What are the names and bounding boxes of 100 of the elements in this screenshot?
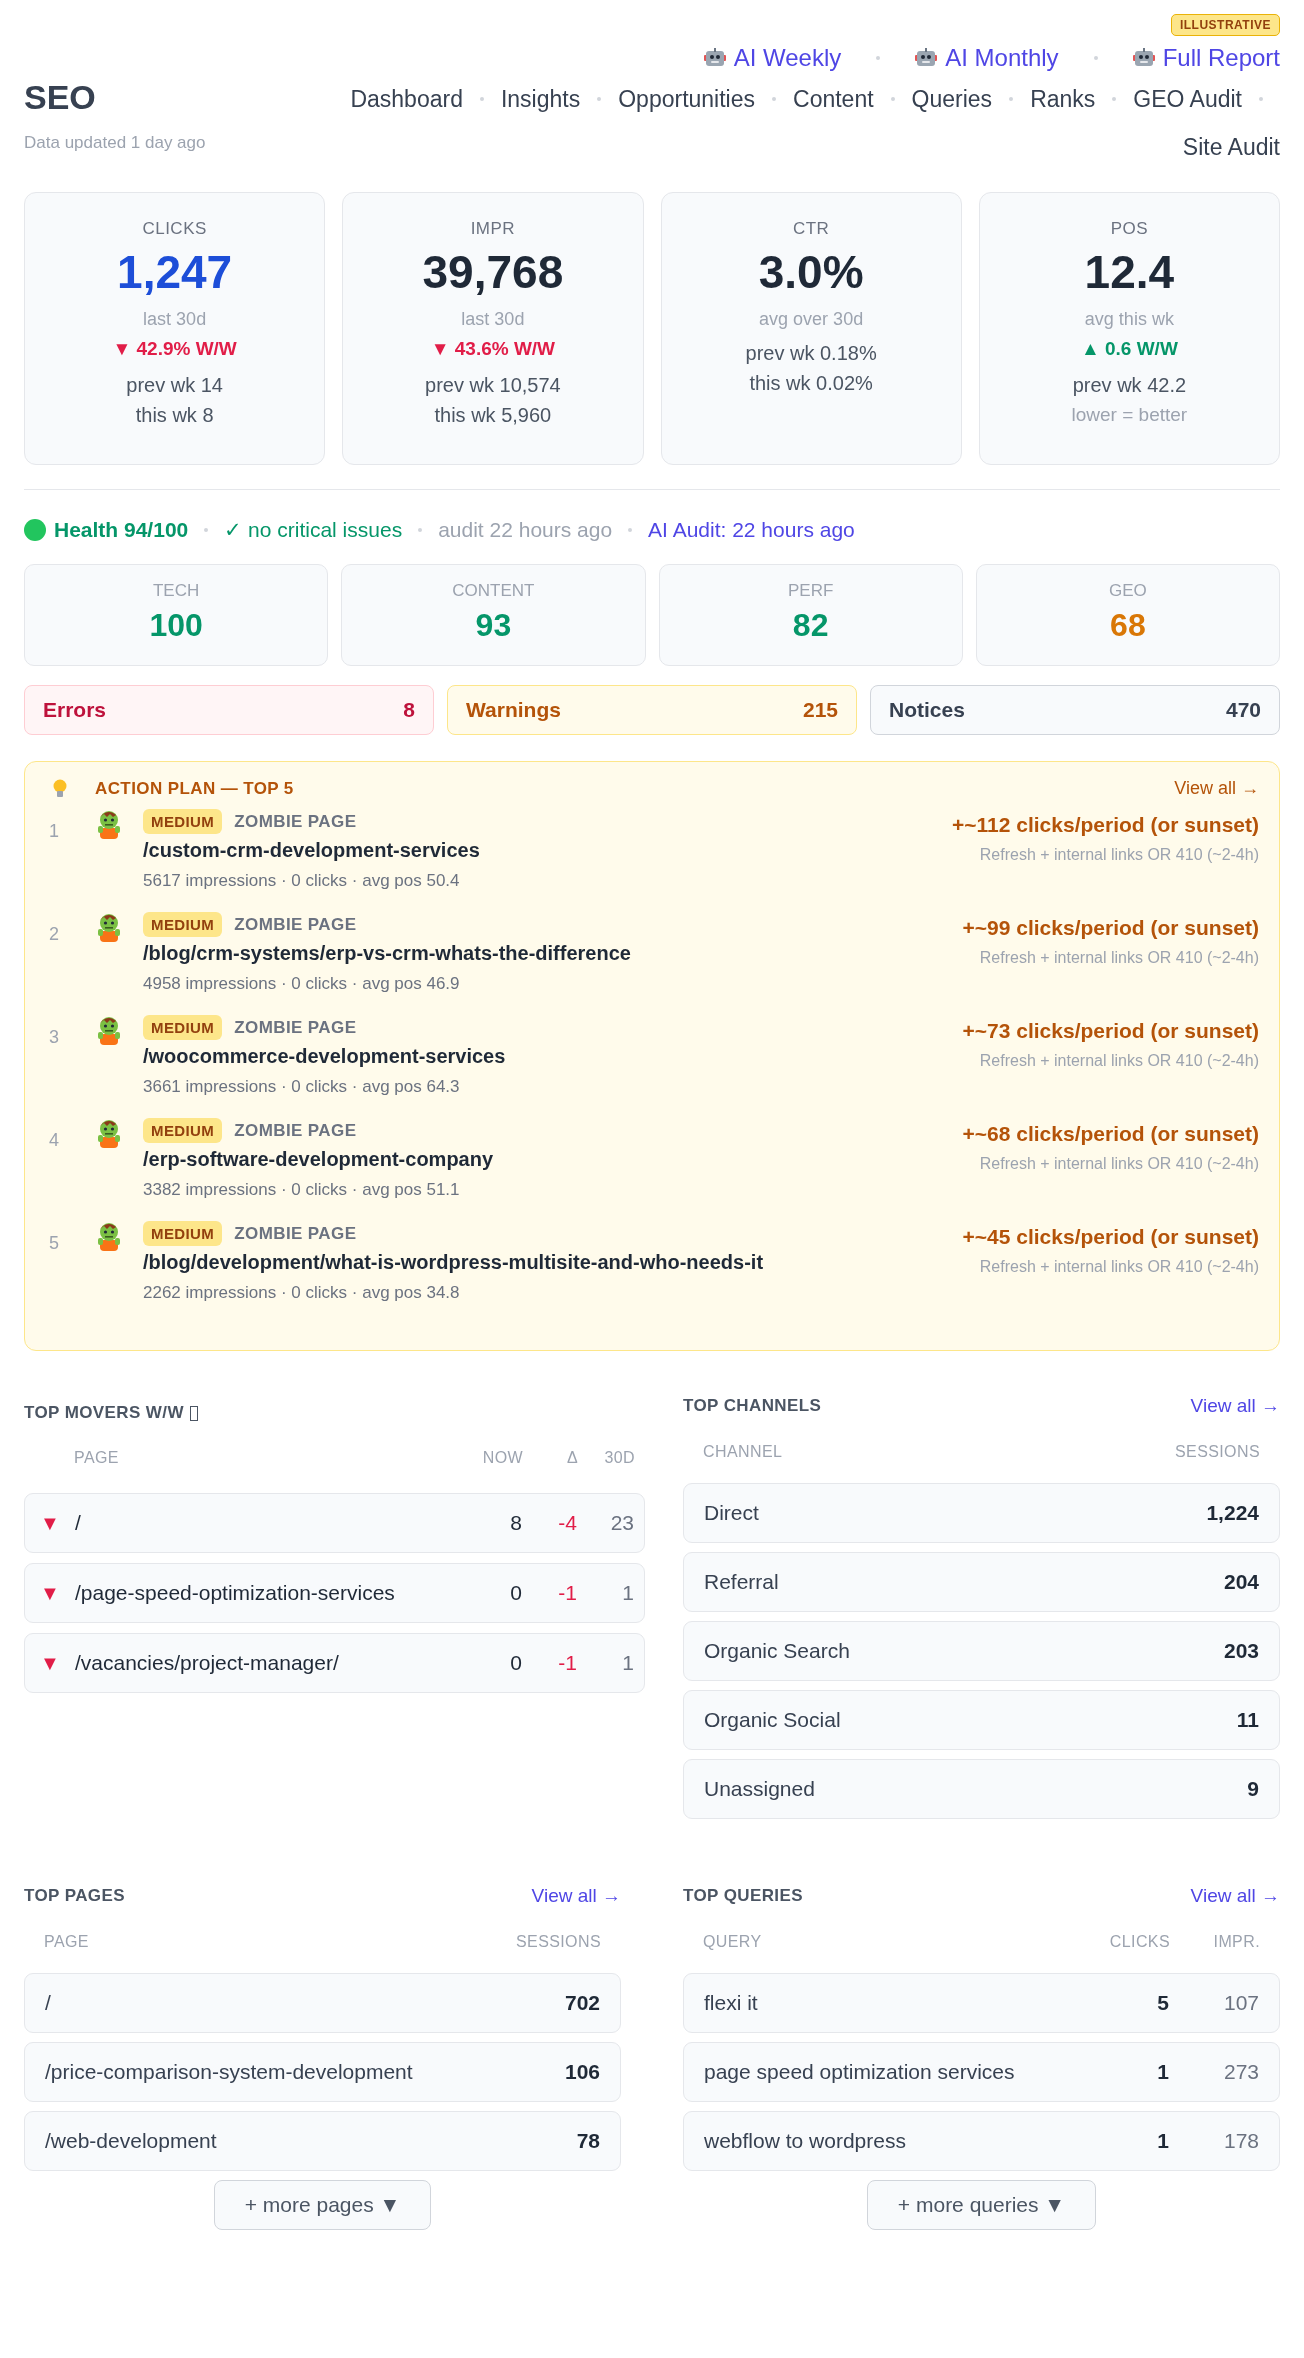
report-link[interactable]: Full Report (1132, 44, 1280, 72)
nav-link[interactable]: Queries (911, 82, 993, 116)
thirty-day-value: 23 (609, 1511, 634, 1535)
issue-type: ZOMBIE PAGE (234, 1017, 357, 1038)
nav-link[interactable]: Ranks (1030, 82, 1096, 116)
issue-count-card[interactable]: Notices 470 (870, 685, 1280, 735)
ai-audit-link[interactable]: AI Audit: 22 hours ago (648, 518, 855, 542)
nav-link[interactable]: Content (793, 82, 874, 116)
view-all-link[interactable]: View all → (1190, 1885, 1280, 1907)
score-value: 68 (1109, 607, 1147, 644)
score-label: PERF (786, 581, 835, 601)
table-row[interactable]: Organic Search 203 (683, 1621, 1280, 1681)
table-row[interactable]: /web-development 78 (24, 2111, 621, 2171)
score-value: 82 (791, 607, 830, 644)
period-text: avg this wk (1083, 309, 1175, 330)
nav-link[interactable]: Dashboard (350, 82, 463, 116)
page-path[interactable]: /custom-crm-development-services (143, 839, 952, 862)
report-link[interactable]: AI Weekly (703, 44, 842, 72)
page-path[interactable]: /erp-software-development-company (143, 1148, 963, 1171)
issue-label: Warnings (466, 698, 561, 722)
missing-glyph-icon (189, 1405, 198, 1421)
delta-value: -1 (557, 1581, 577, 1605)
now-value: 8 (509, 1511, 522, 1535)
kpi-value: 3.0% (757, 245, 865, 299)
table-row[interactable]: Organic Social 11 (683, 1690, 1280, 1750)
section-title: TOP PAGES (24, 1886, 125, 1906)
score-label: GEO (1107, 581, 1148, 601)
view-all-link[interactable]: View all → (1174, 778, 1259, 799)
view-all-link[interactable]: View all → (1190, 1395, 1280, 1417)
health-score: Health 94/100 (54, 518, 189, 542)
table-row[interactable]: Unassigned 9 (683, 1759, 1280, 1819)
page-path[interactable]: /blog/crm-systems/erp-vs-crm-whats-the-difference (143, 942, 963, 965)
detail-text: prev wk 42.2 (1071, 373, 1188, 398)
issue-type: ZOMBIE PAGE (234, 811, 357, 832)
table-cell-text: 106 (563, 2060, 600, 2084)
issue-type: ZOMBIE PAGE (234, 1223, 357, 1244)
impact-estimate: +~68 clicks/period (or sunset) (962, 1121, 1259, 1146)
trend-arrow: ▼ (39, 1511, 61, 1535)
nav-link[interactable]: Opportunities (618, 82, 755, 116)
kpi-label: IMPR (469, 219, 517, 239)
show-more-button[interactable]: + more pages ▼ (213, 2180, 432, 2230)
table-row[interactable]: ▼ /vacancies/project-manager/ 0 -1 1 (24, 1633, 645, 1693)
impact-estimate: +~112 clicks/period (or sunset) (952, 812, 1259, 837)
kpi-value: 39,768 (421, 245, 565, 299)
table-row[interactable]: /price-comparison-system-development 106 (24, 2042, 621, 2102)
score-value: 93 (474, 607, 513, 644)
impact-estimate: +~73 clicks/period (or sunset) (962, 1018, 1259, 1043)
table-cell-text: 203 (1222, 1639, 1259, 1663)
note-text: lower = better (1070, 403, 1189, 427)
page-stats: 3382 impressions · 0 clicks · avg pos 51.1 (143, 1180, 461, 1200)
kpi-label: POS (1109, 219, 1150, 239)
impact-estimate: +~45 clicks/period (or sunset) (962, 1224, 1259, 1249)
zombie-icon (95, 1118, 123, 1148)
table-row[interactable]: / 702 (24, 1973, 621, 2033)
issue-type: ZOMBIE PAGE (234, 914, 357, 935)
robot-icon (1132, 48, 1155, 68)
column-header: PAGE (44, 1933, 90, 1951)
now-value: 0 (509, 1651, 522, 1675)
page-path[interactable]: /woocommerce-development-services (143, 1045, 963, 1068)
table-row[interactable]: Direct 1,224 (683, 1483, 1280, 1543)
nav-link[interactable]: Insights (500, 82, 581, 116)
column-header: Δ (565, 1449, 578, 1467)
impact-estimate: +~99 clicks/period (or sunset) (962, 915, 1259, 940)
table-row[interactable]: flexi it 5 107 (683, 1973, 1280, 2033)
table-cell-text: /web-development (45, 2129, 218, 2153)
table-row[interactable]: ▼ /page-speed-optimization-services 0 -1 1 (24, 1563, 645, 1623)
table-cell-text: 11 (1235, 1708, 1259, 1732)
page-path: /page-speed-optimization-services (75, 1581, 396, 1605)
page-stats: 2262 impressions · 0 clicks · avg pos 34.8 (143, 1283, 461, 1303)
table-row[interactable]: ▼ / 8 -4 23 (24, 1493, 645, 1553)
change-text: ▲ 0.6 W/W (1079, 338, 1179, 360)
page-path[interactable]: /blog/development/what-is-wordpress-multisite-and-who-needs-it (143, 1251, 963, 1274)
detail-text: prev wk 14 (125, 373, 224, 398)
table-row[interactable]: page speed optimization services 1 273 (683, 2042, 1280, 2102)
table-cell-text: 1 (1156, 2060, 1169, 2084)
score-label: TECH (152, 581, 201, 601)
page-title: SEO (24, 78, 97, 117)
page-path: / (75, 1511, 82, 1535)
rank-number: 5 (48, 1232, 60, 1254)
zombie-icon (95, 809, 123, 839)
nav-link[interactable]: Site Audit (1182, 130, 1280, 164)
section-title: TOP QUERIES (683, 1886, 803, 1906)
table-cell-text: Unassigned (704, 1777, 816, 1801)
table-cell-text: 204 (1222, 1570, 1259, 1594)
table-row[interactable]: webflow to wordpress 1 178 (683, 2111, 1280, 2171)
issue-count-card[interactable]: Errors 8 (24, 685, 434, 735)
illustrative-badge: ILLUSTRATIVE (1170, 14, 1280, 36)
table-cell-text: 5 (1156, 1991, 1169, 2015)
issue-label: Errors (43, 698, 107, 722)
table-row[interactable]: Referral 204 (683, 1552, 1280, 1612)
column-header: NOW (481, 1449, 523, 1467)
detail-text: prev wk 10,574 (424, 373, 562, 398)
table-cell-text: page speed optimization services (704, 2060, 1016, 2084)
nav-link[interactable]: GEO Audit (1133, 82, 1242, 116)
table-cell-text: Organic Social (704, 1708, 842, 1732)
show-more-button[interactable]: + more queries ▼ (866, 2180, 1097, 2230)
report-link[interactable]: AI Monthly (915, 44, 1059, 72)
view-all-link[interactable]: View all → (531, 1885, 621, 1907)
issue-count-card[interactable]: Warnings 215 (447, 685, 857, 735)
priority-badge: MEDIUM (143, 1118, 223, 1143)
